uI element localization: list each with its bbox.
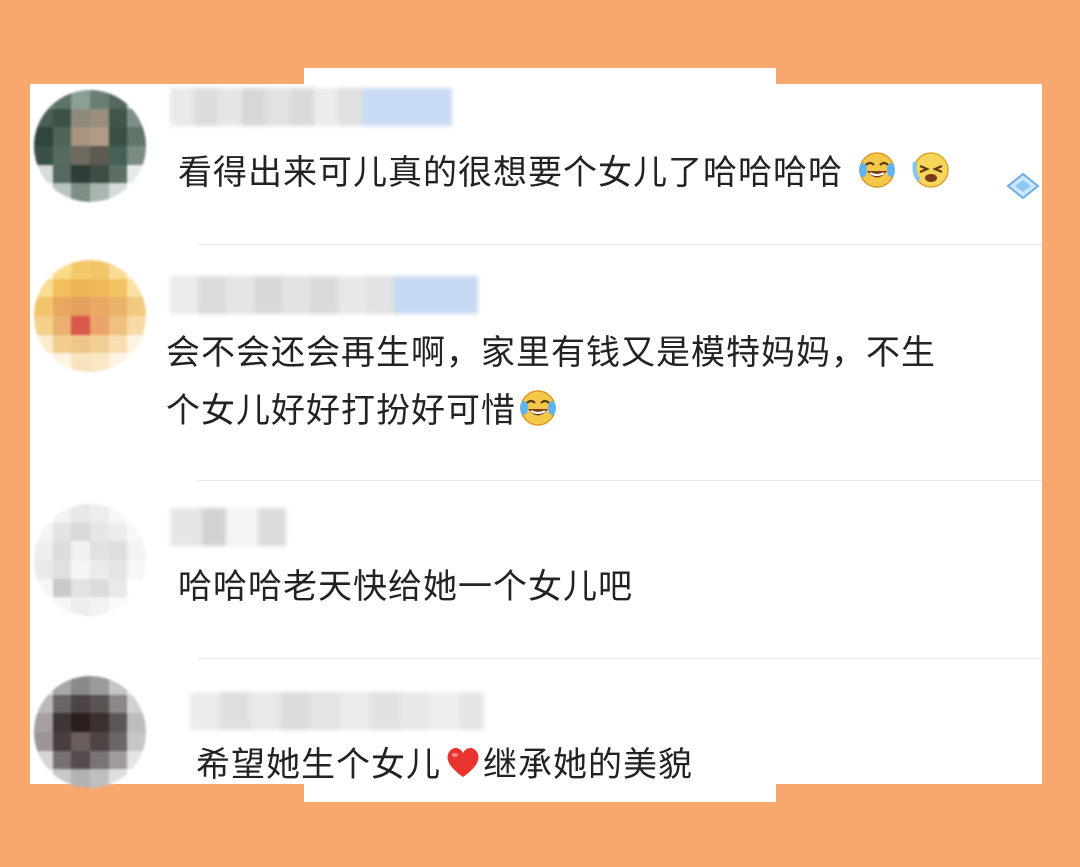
- divider: [198, 480, 1042, 481]
- divider: [198, 244, 1042, 245]
- laugh-cry-icon: [520, 390, 556, 426]
- comment-item[interactable]: 看得出来可儿真的很想要个女儿了哈哈哈哈: [30, 84, 1042, 246]
- comment-item[interactable]: 会不会还会再生啊，家里有钱又是模特妈妈，不生 个女儿好好打扮好可惜: [30, 246, 1042, 482]
- comment-text: 希望她生个女儿 继承她的美貌: [196, 736, 693, 794]
- username-blurred[interactable]: [190, 692, 484, 730]
- comment-text: 看得出来可儿真的很想要个女儿了哈哈哈哈: [178, 144, 951, 202]
- comment-text-content: 看得出来可儿真的很想要个女儿了哈哈哈哈: [178, 153, 843, 193]
- laugh-cry-icon: [858, 152, 895, 188]
- comment-text-line: 会不会还会再生啊，家里有钱又是模特妈妈，不生: [166, 333, 936, 373]
- tears-icon: [912, 152, 949, 188]
- comment-text: 会不会还会再生啊，家里有钱又是模特妈妈，不生 个女儿好好打扮好可惜: [166, 324, 936, 440]
- username-blurred[interactable]: [170, 88, 452, 126]
- comment-text-content: 哈哈哈老天快给她一个女儿吧: [178, 567, 633, 607]
- vip-badge-icon: [1006, 172, 1040, 200]
- avatar[interactable]: [34, 260, 146, 372]
- comment-text-content: 继承她的美貌: [483, 745, 693, 785]
- heart-icon: [447, 747, 479, 777]
- avatar[interactable]: [34, 504, 146, 616]
- divider: [198, 658, 1042, 659]
- avatar[interactable]: [34, 676, 146, 788]
- username-blurred[interactable]: [170, 276, 478, 314]
- comment-text: 哈哈哈老天快给她一个女儿吧: [178, 558, 633, 616]
- comment-text-content: 希望她生个女儿: [196, 745, 441, 785]
- comment-text-line: 个女儿好好打扮好可惜: [166, 382, 936, 440]
- username-blurred[interactable]: [170, 508, 286, 546]
- comment-item[interactable]: 希望她生个女儿 继承她的美貌: [30, 660, 1042, 800]
- avatar[interactable]: [34, 90, 146, 202]
- comment-item[interactable]: 哈哈哈老天快给她一个女儿吧: [30, 482, 1042, 660]
- comment-text-content: 个女儿好好打扮好可惜: [166, 391, 516, 431]
